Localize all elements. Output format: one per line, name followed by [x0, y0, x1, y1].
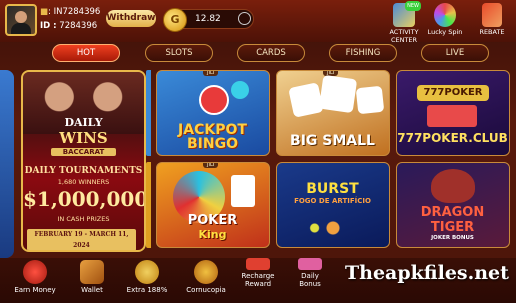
- activity-center-button[interactable]: NEW ACTIVITY CENTER: [384, 1, 424, 44]
- vip-icon: [482, 3, 502, 27]
- dice-icon: [318, 74, 358, 114]
- bingo-ball-icon: [231, 81, 249, 99]
- new-badge: NEW: [405, 1, 421, 11]
- promo-title-main: WINS: [59, 129, 108, 147]
- nav-daily-bonus[interactable]: Daily Bonus: [288, 258, 332, 288]
- game-title: JACKPOT BINGO: [178, 122, 247, 152]
- partial-card: [146, 70, 151, 156]
- promo-title-top: DAILY: [64, 116, 103, 129]
- rebate-label: REBATE: [479, 28, 505, 36]
- coin-stack-icon: [135, 260, 159, 284]
- dice-icon: [355, 85, 385, 115]
- game-title: 777POKER.CLUB: [397, 131, 508, 145]
- tab-cards[interactable]: CARDS: [237, 44, 305, 62]
- promo-dates: FEBRUARY 19 - MARCH 11, 2024: [27, 229, 136, 250]
- balance-amount: 12.82: [195, 14, 221, 24]
- game-dragon-tiger[interactable]: DRAGON TIGER JOKER BONUS: [396, 162, 510, 248]
- wheel-icon: [434, 3, 456, 27]
- game-title: BURST FOGO DE ARTIFÍCIO: [294, 181, 371, 205]
- game-burst[interactable]: BURST FOGO DE ARTIFÍCIO: [276, 162, 390, 248]
- nav-wallet[interactable]: Wallet: [70, 258, 114, 294]
- card-icon: [231, 175, 255, 207]
- game-poker-king[interactable]: JILI POKER King: [156, 162, 270, 248]
- dice-icon: [288, 82, 324, 118]
- promo-prize: $1,000,000: [23, 187, 146, 211]
- nav-recharge-reward[interactable]: Recharge Reward: [234, 258, 282, 288]
- promo-game: BACCARAT: [51, 148, 116, 156]
- tab-hot[interactable]: HOT: [52, 44, 120, 62]
- id-label: ID :: [40, 21, 57, 31]
- top-bar: ■: IN7284396 ID : 7284396 Withdraw G 12.…: [0, 0, 516, 44]
- 777poker-logo: 777POKER: [417, 85, 489, 101]
- nav-extra[interactable]: Extra 188%: [120, 258, 174, 294]
- coin-icon: G: [163, 8, 187, 32]
- category-tabs: HOT SLOTS CARDS FISHING LIVE: [0, 44, 516, 62]
- money-icon: [23, 260, 47, 284]
- game-title: DRAGON TIGER JOKER BONUS: [420, 205, 485, 241]
- user-code: : IN7284396: [48, 7, 101, 17]
- user-id: 7284396: [59, 21, 98, 31]
- user-info: ■: IN7284396 ID : 7284396: [40, 7, 101, 31]
- game-big-small[interactable]: JILI BIG SMALL: [276, 70, 390, 156]
- provider-tag: JILI: [203, 71, 219, 76]
- bonus-icon: [298, 258, 322, 270]
- gift-icon: [246, 258, 270, 270]
- bingo-ball-icon: [199, 85, 229, 115]
- tab-live[interactable]: LIVE: [421, 44, 489, 62]
- refresh-icon[interactable]: [238, 12, 251, 25]
- gift-icon: NEW: [393, 1, 421, 27]
- tiger-image: [431, 169, 475, 203]
- side-edge-card[interactable]: [0, 70, 14, 258]
- treasure-icon: [194, 260, 218, 284]
- activity-center-label: ACTIVITY CENTER: [389, 28, 419, 44]
- balance-display: G 12.82: [163, 8, 254, 32]
- game-jackpot-bingo[interactable]: JILI JACKPOT BINGO: [156, 70, 270, 156]
- provider-tag: JILI: [203, 163, 219, 168]
- promo-tournaments: DAILY TOURNAMENTS: [24, 166, 143, 176]
- promo-prize-note: IN CASH PRIZES: [57, 215, 110, 223]
- watermark: Theapkfiles.net: [345, 262, 509, 284]
- promo-banner[interactable]: DAILY WINS BACCARAT DAILY TOURNAMENTS 1,…: [21, 70, 146, 252]
- lucky-spin-label: Lucky Spin: [427, 28, 463, 36]
- wallet-icon: [80, 260, 104, 284]
- game-title: POKER King: [187, 213, 238, 241]
- promo-winners: 1,680 WINNERS: [57, 178, 110, 186]
- withdraw-button[interactable]: Withdraw: [106, 10, 156, 27]
- rebate-button[interactable]: REBATE: [474, 3, 510, 36]
- nav-earn-money[interactable]: Earn Money: [10, 258, 60, 294]
- partial-card: [146, 162, 151, 248]
- fireworks-image: [287, 213, 379, 243]
- lucky-spin-button[interactable]: Lucky Spin: [427, 3, 463, 36]
- game-777poker[interactable]: 777POKER 777POKER.CLUB: [396, 70, 510, 156]
- game-title: BIG SMALL: [290, 133, 375, 149]
- nav-cornucopia[interactable]: Cornucopia: [178, 258, 234, 294]
- tab-fishing[interactable]: FISHING: [329, 44, 397, 62]
- cards-icon: [427, 105, 477, 127]
- tab-slots[interactable]: SLOTS: [145, 44, 213, 62]
- avatar[interactable]: [5, 4, 37, 36]
